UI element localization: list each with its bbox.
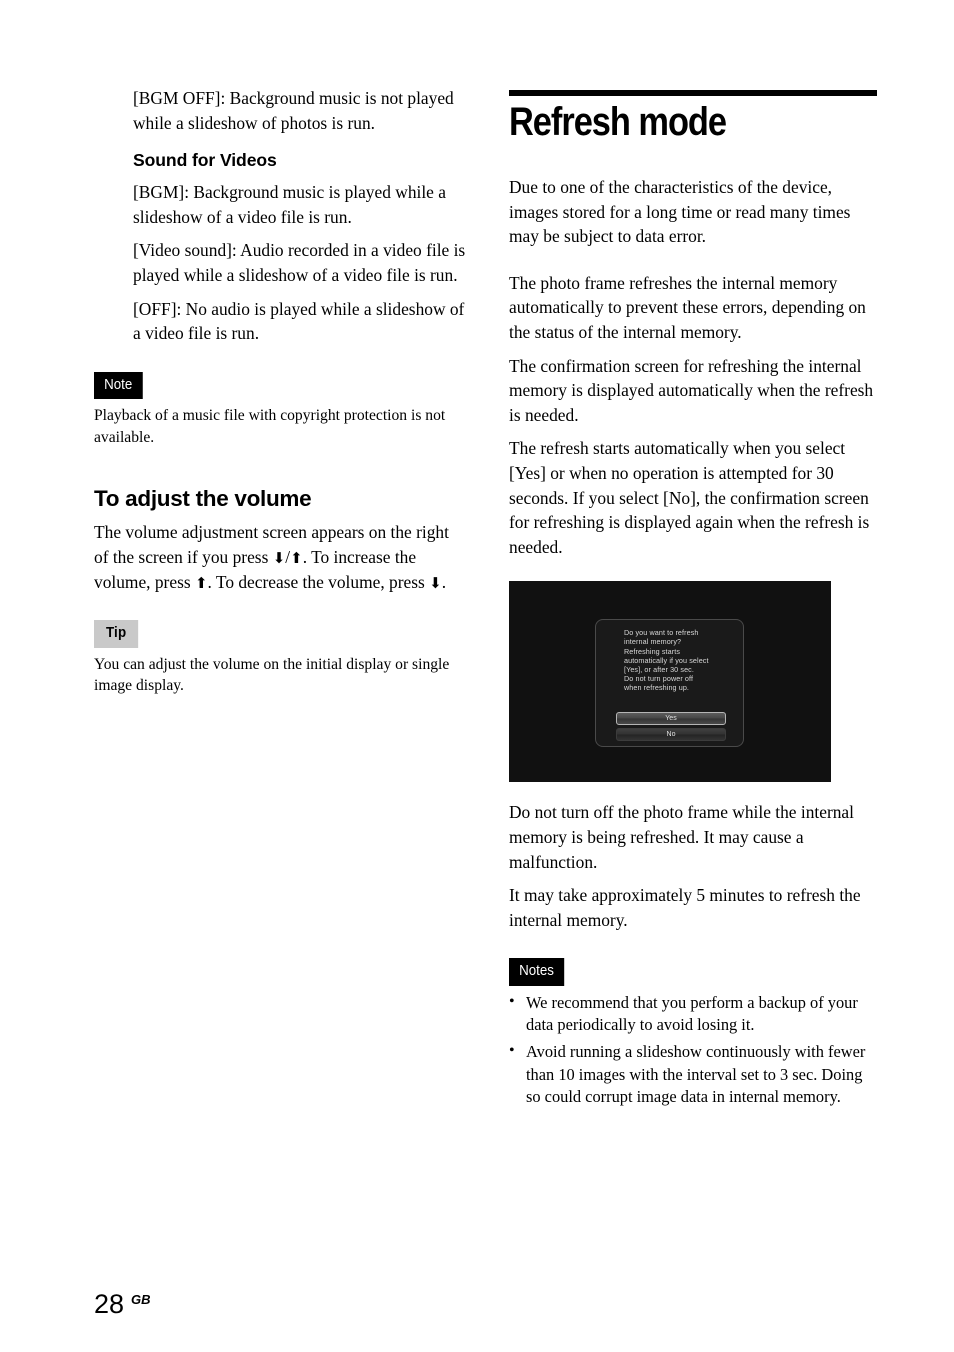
tip-badge: Tip <box>94 620 139 648</box>
note-text: Playback of a music file with copyright … <box>94 407 446 446</box>
arrow-up-icon: ⬆ <box>290 548 303 567</box>
paragraph-video-sound: [Video sound]: Audio recorded in a video… <box>133 240 466 285</box>
tip-badge-wrap: Tip <box>94 620 466 648</box>
notes-item-text: We recommend that you perform a backup o… <box>526 992 858 1035</box>
dialog-buttons: Yes No <box>616 712 726 744</box>
paragraph-volume-adjust: The volume adjustment screen appears on … <box>94 520 466 596</box>
tip-text: You can adjust the volume on the initial… <box>94 655 450 695</box>
left-column: [BGM OFF]: Background music is not playe… <box>94 86 466 697</box>
bullet-icon: • <box>509 992 515 1010</box>
chapter-title: Refresh mode <box>509 100 727 144</box>
arrow-down-icon-2: ⬇ <box>429 574 442 593</box>
list-item: • We recommend that you perform a backup … <box>509 992 877 1037</box>
heading-to-adjust-the-volume: To adjust the volume <box>94 486 312 512</box>
volume-text-part-4: . <box>441 572 447 593</box>
arrow-up-icon-2: ⬆ <box>194 574 208 593</box>
note-badge-wrap: Note <box>94 371 466 400</box>
notes-badge-wrap: Notes <box>509 958 877 986</box>
refresh-confirmation-dialog: Do you want to refresh internal memory? … <box>595 619 744 748</box>
page-footer: 28 GB <box>94 1289 151 1320</box>
paragraph-bgm-off: [BGM OFF]: Background music is not playe… <box>133 88 454 133</box>
document-page: [BGM OFF]: Background music is not playe… <box>0 0 954 1352</box>
paragraph-do-not-turn-off: Do not turn off the photo frame while th… <box>509 802 854 872</box>
right-column: Refresh mode Due to one of the character… <box>509 86 877 1113</box>
page-number: 28 <box>94 1289 125 1319</box>
paragraph-bgm: [BGM]: Background music is played while … <box>133 182 446 227</box>
heading-sound-for-videos: Sound for Videos <box>133 150 277 171</box>
bullet-icon: • <box>509 1041 515 1059</box>
device-screen-figure: Do you want to refresh internal memory? … <box>509 581 831 783</box>
notes-list: • We recommend that you perform a backup … <box>509 992 877 1109</box>
dialog-yes-button[interactable]: Yes <box>616 712 726 726</box>
paragraph-confirmation-screen: The confirmation screen for refreshing t… <box>509 355 874 425</box>
arrow-down-icon: ⬇ <box>272 548 286 567</box>
paragraph-device-characteristics: Due to one of the characteristics of the… <box>509 177 851 247</box>
volume-text-part-3: . To decrease the volume, press <box>207 572 430 593</box>
dialog-no-button[interactable]: No <box>616 728 726 742</box>
note-badge: Note <box>94 371 143 400</box>
list-item: • Avoid running a slideshow continuously … <box>509 1041 877 1109</box>
paragraph-five-minutes: It may take approximately 5 minutes to r… <box>509 885 861 930</box>
paragraph-refresh-starts: The refresh starts automatically when yo… <box>509 438 870 557</box>
dialog-message: Do you want to refresh internal memory? … <box>624 628 709 692</box>
page-region-code: GB <box>131 1292 151 1307</box>
paragraph-auto-refresh: The photo frame refreshes the internal m… <box>509 272 866 342</box>
notes-badge: Notes <box>509 958 565 986</box>
paragraph-off: [OFF]: No audio is played while a slides… <box>133 298 465 344</box>
notes-item-text: Avoid running a slideshow continuously w… <box>526 1041 866 1107</box>
chapter-rule <box>509 90 877 96</box>
